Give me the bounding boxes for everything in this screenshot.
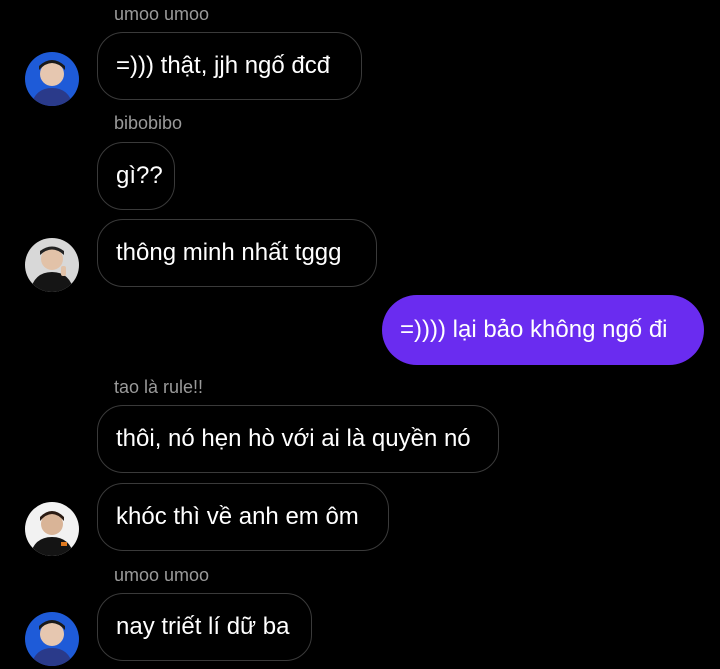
avatar-umoo[interactable] bbox=[25, 52, 79, 106]
message-text: =))) thật, jjh ngố đcđ bbox=[116, 52, 331, 79]
avatar-umoo[interactable] bbox=[25, 612, 79, 666]
sender-name-umoo: umoo umoo bbox=[114, 4, 210, 24]
message-bubble-outgoing[interactable]: =)))) lại bảo không ngố đi bbox=[382, 295, 704, 365]
message-bubble-incoming[interactable]: nay triết lí dữ ba bbox=[97, 593, 312, 661]
message-bubble-incoming[interactable]: khóc thì về anh em ôm bbox=[97, 483, 389, 551]
avatar-umoo-icon bbox=[25, 52, 79, 106]
message-bubble-incoming[interactable]: thông minh nhất tggg bbox=[97, 219, 377, 287]
message-bubble-incoming[interactable]: =))) thật, jjh ngố đcđ bbox=[97, 32, 362, 100]
avatar-umoo-icon bbox=[25, 612, 79, 666]
avatar-rule[interactable] bbox=[25, 502, 79, 556]
message-text: gì?? bbox=[116, 162, 163, 189]
avatar-bibobibo-icon bbox=[25, 238, 79, 292]
avatar-bibobibo[interactable] bbox=[25, 238, 79, 292]
message-text: thông minh nhất tggg bbox=[116, 239, 342, 266]
message-text: thôi, nó hẹn hò với ai là quyền nó bbox=[116, 425, 471, 452]
sender-name-umoo: umoo umoo bbox=[114, 565, 210, 585]
message-bubble-incoming[interactable]: thôi, nó hẹn hò với ai là quyền nó bbox=[97, 405, 499, 473]
sender-name-rule: tao là rule!! bbox=[114, 377, 204, 397]
message-text: khóc thì về anh em ôm bbox=[116, 503, 359, 530]
message-text: nay triết lí dữ ba bbox=[116, 613, 290, 640]
sender-name-bibobibo: bibobibo bbox=[114, 113, 183, 133]
message-bubble-incoming[interactable]: gì?? bbox=[97, 142, 175, 210]
message-text: =)))) lại bảo không ngố đi bbox=[400, 316, 668, 343]
avatar-rule-icon bbox=[25, 502, 79, 556]
